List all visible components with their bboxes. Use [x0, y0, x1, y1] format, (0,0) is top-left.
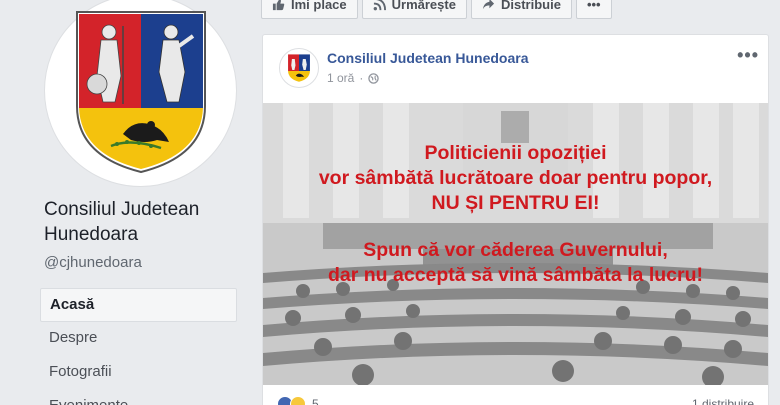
post-options-button[interactable]: •••: [737, 45, 759, 66]
more-icon: •••: [586, 0, 601, 12]
rss-icon: [373, 0, 386, 11]
page-handle[interactable]: @cjhunedoara: [44, 254, 142, 271]
post-author-name[interactable]: Consiliul Judetean Hunedoara: [327, 50, 528, 66]
post-image[interactable]: Politicienii opoziției vor sâmbătă lucră…: [263, 103, 768, 385]
page-title: Consiliul Judetean Hunedoara: [44, 199, 200, 245]
coat-of-arms-logo: [75, 10, 206, 173]
post-time-label[interactable]: 1 oră: [327, 71, 354, 85]
share-button[interactable]: Distribuie: [470, 0, 572, 19]
reactions-summary[interactable]: 5: [277, 396, 319, 405]
share-label: Distribuie: [500, 0, 561, 12]
reaction-count: 5: [312, 397, 319, 405]
haha-reaction-icon: [290, 396, 306, 405]
like-page-label: Îmi place: [291, 0, 347, 12]
nav-item-photos[interactable]: Fotografii: [40, 356, 237, 390]
headline-line-3: NU ȘI PENTRU EI!: [431, 192, 600, 214]
follow-label: Urmărește: [391, 0, 456, 12]
headline-block-2: Spun că vor căderea Guvernului, dar nu a…: [263, 238, 768, 288]
dot-separator: ·: [359, 71, 364, 85]
nav-item-events[interactable]: Evenimente: [40, 390, 237, 405]
post-card: Consiliul Judetean Hunedoara 1 oră · •••: [262, 34, 769, 405]
like-page-button[interactable]: Îmi place: [261, 0, 358, 19]
page-nav: Acasă Despre Fotografii Evenimente: [40, 288, 237, 405]
nav-item-about[interactable]: Despre: [40, 322, 237, 356]
headline-line-1: Politicienii opoziției: [424, 142, 607, 164]
headline-line-5: dar nu acceptă să vină sâmbăta la lucru!: [328, 264, 703, 286]
coat-of-arms-small-icon: [288, 54, 310, 82]
nav-item-home[interactable]: Acasă: [40, 288, 237, 322]
more-actions-button[interactable]: •••: [575, 0, 612, 19]
shares-count[interactable]: 1 distribuire: [692, 397, 754, 405]
globe-icon[interactable]: [368, 72, 380, 84]
post-author-avatar[interactable]: [279, 48, 319, 88]
post-timestamp: 1 oră ·: [327, 71, 380, 85]
page-avatar[interactable]: [44, 0, 237, 187]
thumbs-up-icon: [272, 0, 285, 11]
headline-line-2: vor sâmbătă lucrătoare doar pentru popor…: [318, 167, 713, 189]
page-actions-bar: Îmi place Urmărește Distribuie •••: [261, 0, 612, 19]
follow-button[interactable]: Urmărește: [361, 0, 467, 19]
headline-block-1: Politicienii opoziției vor sâmbătă lucră…: [263, 141, 768, 216]
left-column: Consiliul Judetean Hunedoara @cjhunedoar…: [0, 0, 250, 405]
headline-line-4: Spun că vor căderea Guvernului,: [363, 239, 668, 261]
share-arrow-icon: [482, 0, 495, 10]
